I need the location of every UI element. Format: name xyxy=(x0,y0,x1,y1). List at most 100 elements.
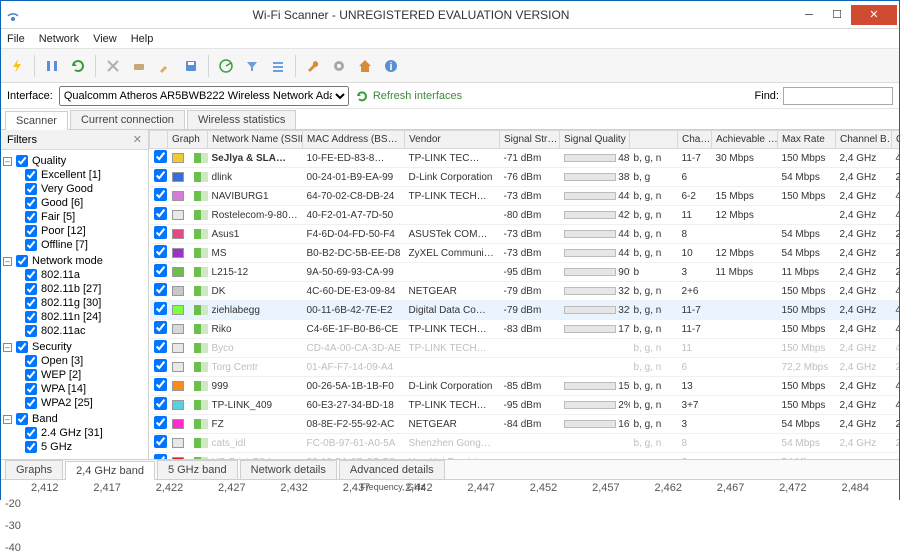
menu-help[interactable]: Help xyxy=(131,33,154,45)
tab-graphs[interactable]: Graphs xyxy=(5,460,63,479)
row-checkbox[interactable] xyxy=(154,283,167,296)
filter-item-checkbox[interactable] xyxy=(25,325,37,337)
gear-icon[interactable] xyxy=(327,54,351,78)
row-checkbox[interactable] xyxy=(154,378,167,391)
filter-group-checkbox[interactable] xyxy=(16,155,28,167)
table-row[interactable]: dlink00-24-01-B9-EA-99D-Link Corporation… xyxy=(150,168,900,187)
menu-file[interactable]: File xyxy=(7,33,25,45)
connect-icon[interactable] xyxy=(127,54,151,78)
table-row[interactable]: L215-129A-50-69-93-CA-99-95 dBm 90%b311 … xyxy=(150,263,900,282)
tree-expand-icon[interactable]: – xyxy=(3,157,12,166)
row-checkbox[interactable] xyxy=(154,150,167,163)
table-row[interactable]: ziehlabegg00-11-6B-42-7E-E2Digital Data … xyxy=(150,301,900,320)
tree-expand-icon[interactable]: – xyxy=(3,343,12,352)
x-tick: 2,422 xyxy=(156,482,184,494)
row-checkbox[interactable] xyxy=(154,207,167,220)
tab-wireless-statistics[interactable]: Wireless statistics xyxy=(187,110,296,129)
info-icon[interactable]: i xyxy=(379,54,403,78)
minimize-button[interactable]: ─ xyxy=(795,5,823,25)
row-checkbox[interactable] xyxy=(154,454,167,459)
table-row[interactable]: SeJlya & SLA…10-FE-ED-83-8…TP-LINK TEC…-… xyxy=(150,149,900,168)
delete-icon[interactable] xyxy=(101,54,125,78)
table-row[interactable]: DK4C-60-DE-E3-09-84NETGEAR-79 dBm 32%b, … xyxy=(150,282,900,301)
refresh-icon[interactable] xyxy=(66,54,90,78)
pause-icon[interactable] xyxy=(40,54,64,78)
table-row[interactable]: cats_idlFC-0B-97-61-A0-5AShenzhen Gong…b… xyxy=(150,434,900,453)
save-icon[interactable] xyxy=(179,54,203,78)
table-row[interactable]: Asus1F4-6D-04-FD-50-F4ASUSTek COM…-73 dB… xyxy=(150,225,900,244)
filter-item-checkbox[interactable] xyxy=(25,427,37,439)
maximize-button[interactable]: ☐ xyxy=(823,5,851,25)
filter-item-checkbox[interactable] xyxy=(25,441,37,453)
filter-group-checkbox[interactable] xyxy=(16,341,28,353)
row-checkbox[interactable] xyxy=(154,226,167,239)
home-icon[interactable] xyxy=(353,54,377,78)
table-row[interactable]: Rostelecom-9-80…40-F2-01-A7-7D-50-80 dBm… xyxy=(150,206,900,225)
wrench-icon[interactable] xyxy=(301,54,325,78)
table-row[interactable]: Torg Centr01-AF-F7-14-09-A4b, g, n672,2 … xyxy=(150,358,900,377)
tab-network-details[interactable]: Network details xyxy=(240,460,337,479)
filter-item-checkbox[interactable] xyxy=(25,297,37,309)
network-grid[interactable]: GraphNetwork Name (SSID)MAC Address (BS…… xyxy=(149,130,899,459)
table-row[interactable]: RikoC4-6E-1F-B0-B6-CETP-LINK TECH…-83 dB… xyxy=(150,320,900,339)
table-row[interactable]: BycoCD-4A-00-CA-3D-AETP-LINK TECH…b, g, … xyxy=(150,339,900,358)
row-checkbox[interactable] xyxy=(154,245,167,258)
filter-item-checkbox[interactable] xyxy=(25,355,37,367)
filter-item-checkbox[interactable] xyxy=(25,383,37,395)
row-checkbox[interactable] xyxy=(154,188,167,201)
filter-item-checkbox[interactable] xyxy=(25,211,37,223)
radar-icon[interactable] xyxy=(214,54,238,78)
table-row[interactable]: 99900-26-5A-1B-1B-F0D-Link Corporation-8… xyxy=(150,377,900,396)
filter-item-checkbox[interactable] xyxy=(25,239,37,251)
filter-item-checkbox[interactable] xyxy=(25,197,37,209)
filters-close-icon[interactable]: ✕ xyxy=(133,133,142,146)
filter-item-checkbox[interactable] xyxy=(25,269,37,281)
x-tick: 2,432 xyxy=(280,482,308,494)
menu-view[interactable]: View xyxy=(93,33,117,45)
menu-network[interactable]: Network xyxy=(39,33,79,45)
filter-item-checkbox[interactable] xyxy=(25,397,37,409)
list-icon[interactable] xyxy=(266,54,290,78)
brush-icon[interactable] xyxy=(153,54,177,78)
filter-group-label: Security xyxy=(32,341,72,353)
signal-bars-icon xyxy=(194,457,208,459)
row-checkbox[interactable] xyxy=(154,435,167,448)
tree-expand-icon[interactable]: – xyxy=(3,257,12,266)
tab-advanced-details[interactable]: Advanced details xyxy=(339,460,445,479)
tree-expand-icon[interactable]: – xyxy=(3,415,12,424)
close-button[interactable]: ✕ xyxy=(851,5,897,25)
filter-item-checkbox[interactable] xyxy=(25,369,37,381)
filter-item-label: Good [6] xyxy=(41,197,83,209)
row-checkbox[interactable] xyxy=(154,264,167,277)
filter-item-checkbox[interactable] xyxy=(25,169,37,181)
color-swatch xyxy=(172,381,184,391)
filter-icon[interactable] xyxy=(240,54,264,78)
filter-item-checkbox[interactable] xyxy=(25,225,37,237)
table-row[interactable]: HP-Print-B8-Lase…28-18-5A-8B-6C-B8Hon Ha… xyxy=(150,453,900,460)
table-row[interactable]: TP-LINK_40960-E3-27-34-BD-18TP-LINK TECH… xyxy=(150,396,900,415)
row-checkbox[interactable] xyxy=(154,359,167,372)
filter-group-checkbox[interactable] xyxy=(16,255,28,267)
row-checkbox[interactable] xyxy=(154,340,167,353)
find-input[interactable] xyxy=(783,87,893,105)
tab-24ghz[interactable]: 2,4 GHz band xyxy=(65,461,155,480)
lightning-icon[interactable] xyxy=(5,54,29,78)
table-row[interactable]: MSB0-B2-DC-5B-EE-D8ZyXEL Communi…-73 dBm… xyxy=(150,244,900,263)
refresh-interfaces-link[interactable]: Refresh interfaces xyxy=(355,89,462,103)
tab-5ghz[interactable]: 5 GHz band xyxy=(157,460,238,479)
tab-current-connection[interactable]: Current connection xyxy=(70,110,185,129)
toolbar: i xyxy=(1,49,899,83)
table-row[interactable]: FZ08-8E-F2-55-92-ACNETGEAR-84 dBm 16%b, … xyxy=(150,415,900,434)
row-checkbox[interactable] xyxy=(154,416,167,429)
tab-scanner[interactable]: Scanner xyxy=(5,111,68,130)
row-checkbox[interactable] xyxy=(154,302,167,315)
filter-group-checkbox[interactable] xyxy=(16,413,28,425)
row-checkbox[interactable] xyxy=(154,169,167,182)
interface-select[interactable]: Qualcomm Atheros AR5BWB222 Wireless Netw… xyxy=(59,86,349,106)
row-checkbox[interactable] xyxy=(154,321,167,334)
table-row[interactable]: NAVIBURG164-70-02-C8-DB-24TP-LINK TECH…-… xyxy=(150,187,900,206)
filter-item-checkbox[interactable] xyxy=(25,283,37,295)
filter-item-checkbox[interactable] xyxy=(25,311,37,323)
row-checkbox[interactable] xyxy=(154,397,167,410)
filter-item-checkbox[interactable] xyxy=(25,183,37,195)
